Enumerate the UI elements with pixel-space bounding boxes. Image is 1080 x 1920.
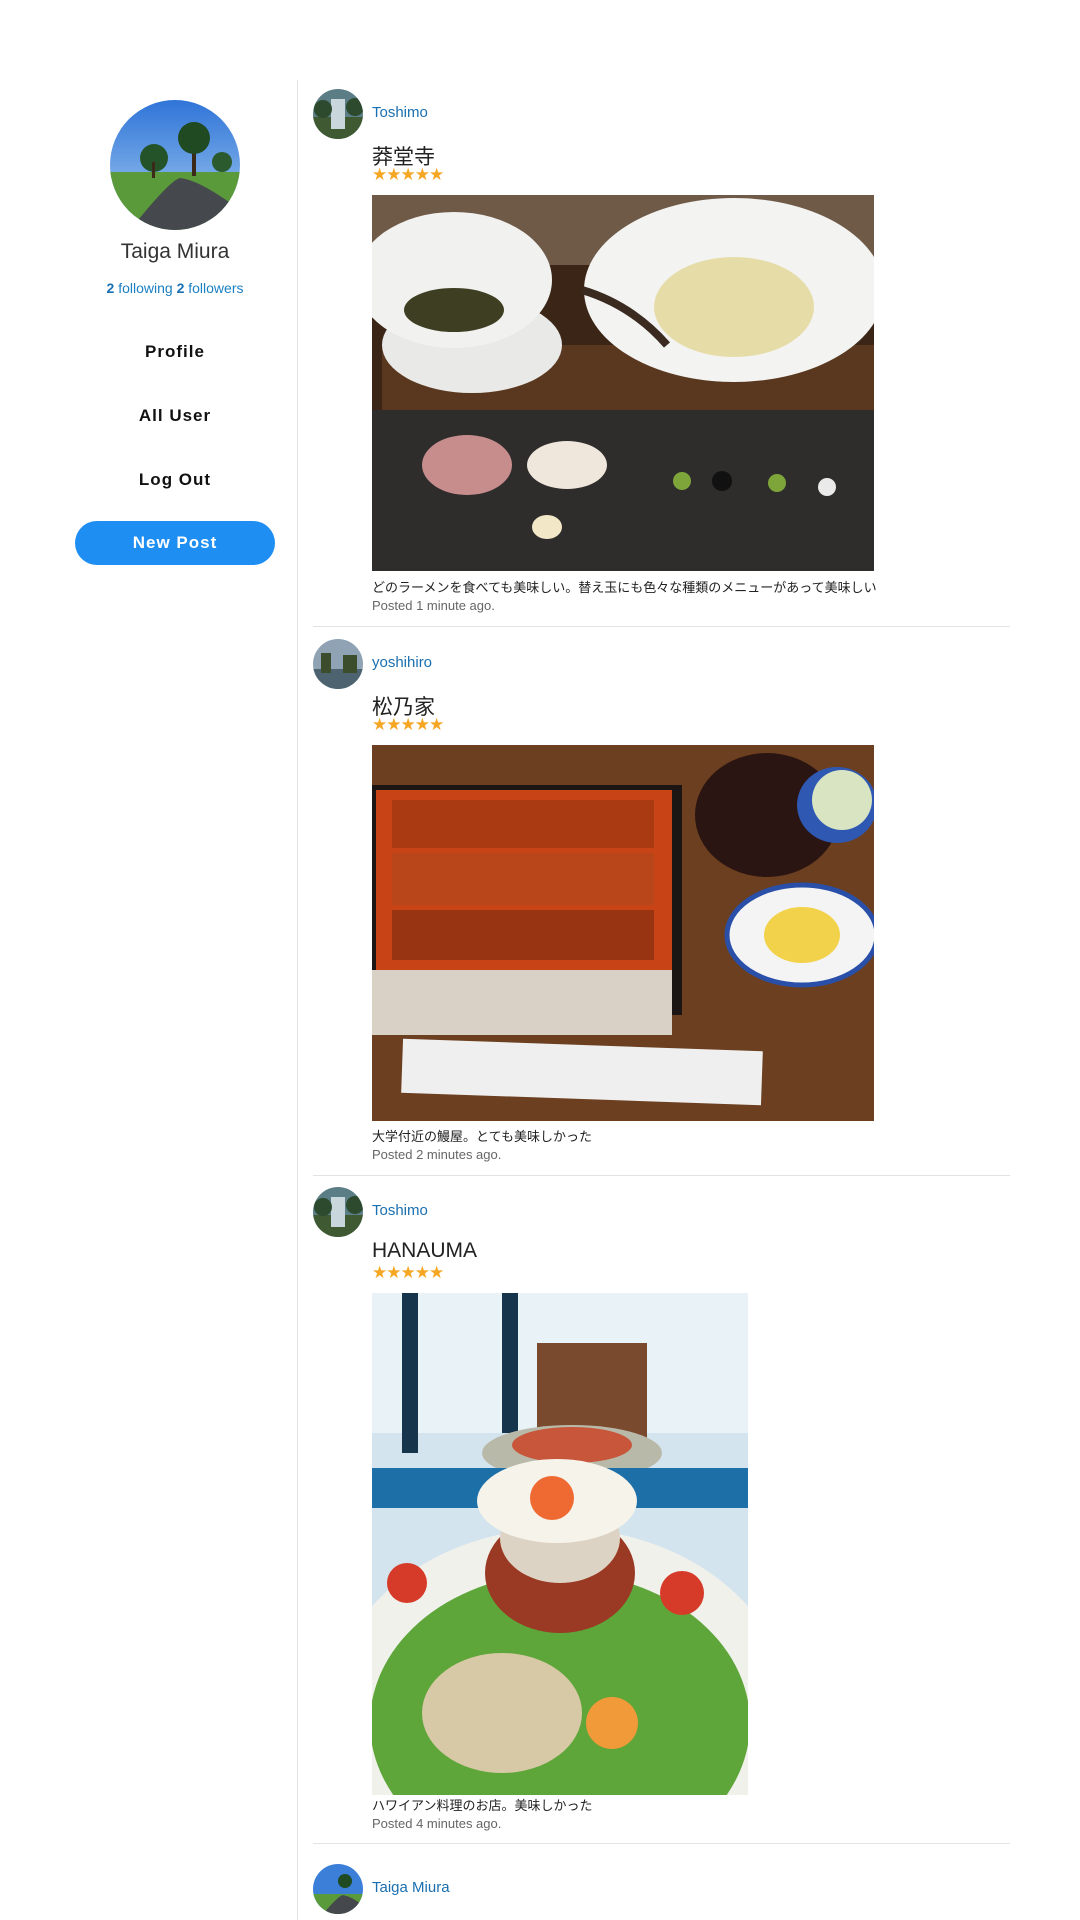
user-avatar[interactable] bbox=[110, 100, 240, 230]
followers-count: 2 bbox=[176, 280, 185, 296]
following-count: 2 bbox=[106, 280, 115, 296]
post-avatar[interactable] bbox=[313, 89, 363, 139]
nav-profile[interactable]: Profile bbox=[0, 342, 350, 362]
following-label: following bbox=[118, 280, 173, 296]
post-body: ハワイアン料理のお店。美味しかった bbox=[372, 1798, 593, 1813]
post-photo[interactable] bbox=[372, 1293, 748, 1795]
post-title: HANAUMA bbox=[372, 1239, 478, 1262]
avatar-photo-icon bbox=[313, 89, 363, 139]
rating-stars: ★★★★★ bbox=[372, 165, 444, 184]
post-username[interactable]: Toshimo bbox=[372, 1202, 428, 1219]
post-avatar[interactable] bbox=[313, 639, 363, 689]
avatar-photo-icon bbox=[110, 100, 240, 230]
nav-all-user[interactable]: All User bbox=[0, 406, 350, 426]
post-avatar[interactable] bbox=[313, 1187, 363, 1237]
post-username[interactable]: Toshimo bbox=[372, 104, 428, 121]
post-timestamp: Posted 2 minutes ago. bbox=[372, 1147, 502, 1162]
sidebar: Taiga Miura 2 following 2 followers Prof… bbox=[0, 80, 298, 1920]
post-timestamp: Posted 1 minute ago. bbox=[372, 598, 495, 613]
hawaiian-dish-photo-icon bbox=[372, 1293, 748, 1795]
new-post-button[interactable]: New Post bbox=[75, 521, 275, 565]
followers-label: followers bbox=[188, 280, 244, 296]
post-photo[interactable] bbox=[372, 195, 874, 571]
tsukemen-photo-icon bbox=[372, 195, 874, 571]
post-username[interactable]: yoshihiro bbox=[372, 654, 432, 671]
post-photo[interactable] bbox=[372, 745, 874, 1121]
post-username[interactable]: Taiga Miura bbox=[372, 1879, 450, 1896]
avatar-photo-icon bbox=[313, 1187, 363, 1237]
post-item: Toshimo 莽堂寺 ★★★★★ どのラーメンを食べても美味しい。替え玉にも色… bbox=[313, 89, 1010, 627]
rating-stars: ★★★★★ bbox=[372, 715, 444, 734]
rating-stars: ★★★★★ bbox=[372, 1263, 444, 1282]
post-body: 大学付近の鰻屋。とても美味しかった bbox=[372, 1129, 592, 1144]
post-item: Taiga Miura 篭膳 bbox=[313, 1864, 1010, 1920]
nav-log-out[interactable]: Log Out bbox=[0, 470, 350, 490]
post-title: 篭膳 bbox=[372, 1916, 414, 1920]
post-avatar[interactable] bbox=[313, 1864, 363, 1914]
unagi-photo-icon bbox=[372, 745, 874, 1121]
follow-stats[interactable]: 2 following 2 followers bbox=[0, 280, 350, 296]
avatar-photo-icon bbox=[313, 639, 363, 689]
post-body: どのラーメンを食べても美味しい。替え玉にも色々な種類のメニューがあって美味しい bbox=[372, 580, 877, 595]
avatar-photo-icon bbox=[313, 1864, 363, 1914]
user-name: Taiga Miura bbox=[120, 240, 230, 263]
post-item: yoshihiro 松乃家 ★★★★★ 大学付近の鰻屋。とても美味しかった Po… bbox=[313, 639, 1010, 1176]
post-item: Toshimo HANAUMA ★★★★★ ハワイアン料理のお店。美味しかった … bbox=[313, 1187, 1010, 1844]
post-timestamp: Posted 4 minutes ago. bbox=[372, 1816, 502, 1831]
